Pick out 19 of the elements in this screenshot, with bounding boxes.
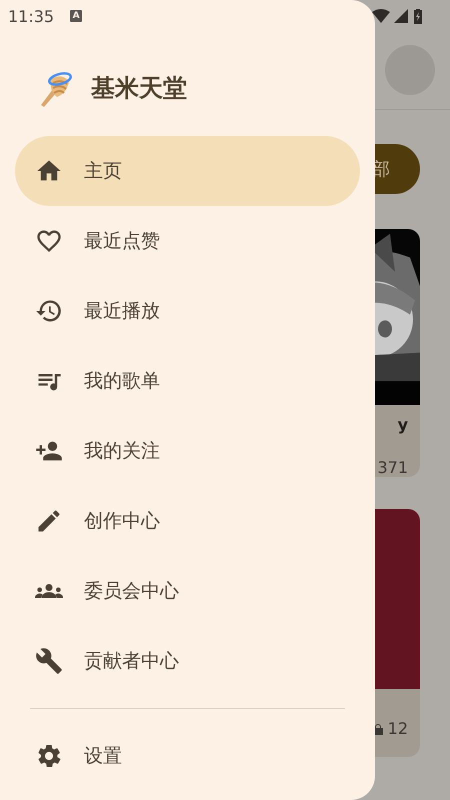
app-title: 基米天堂 — [91, 72, 187, 104]
wifi-icon — [372, 9, 390, 23]
drawer-item[interactable]: 委员会中心 — [15, 556, 360, 626]
drawer-item[interactable]: 创作中心 — [15, 486, 360, 556]
drawer-item[interactable]: 我的关注 — [15, 416, 360, 486]
drawer-item[interactable]: 我的歌单 — [15, 346, 360, 416]
wrench-icon — [35, 647, 63, 675]
drawer-item[interactable]: 主页 — [15, 136, 360, 206]
drawer-item[interactable]: 设置 — [15, 721, 360, 791]
drawer-item[interactable]: 贡献者中心 — [15, 626, 360, 696]
drawer-item[interactable]: 最近播放 — [15, 276, 360, 346]
card-stat: 12 — [388, 719, 408, 738]
card-stat: 371 — [377, 458, 408, 477]
battery-icon — [414, 9, 422, 24]
drawer-item[interactable]: 最近点赞 — [15, 206, 360, 276]
card-title: y — [398, 415, 408, 434]
clock: 11:35 — [8, 6, 54, 26]
keyboard-badge: A — [70, 10, 82, 22]
signal-icon — [394, 9, 408, 23]
